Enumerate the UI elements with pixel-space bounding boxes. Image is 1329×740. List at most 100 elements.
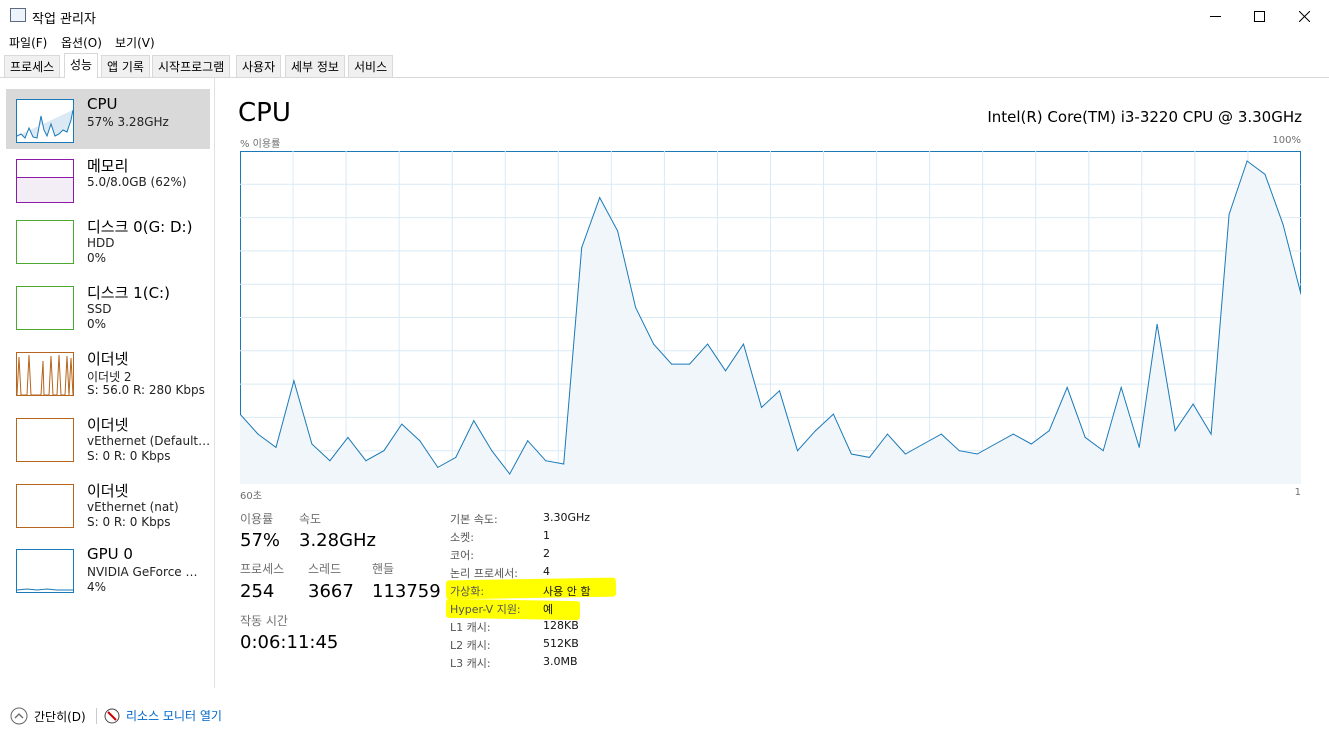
cpu-data-point	[1228, 213, 1230, 215]
cpu-data-point	[1264, 173, 1266, 175]
cpu-thumbnail	[16, 99, 74, 143]
cpu-data-point	[1048, 430, 1050, 432]
task-manager-icon	[10, 8, 26, 22]
sidebar-item-subtitle: vEthernet (nat)	[87, 500, 179, 514]
cpu-data-point	[868, 456, 870, 458]
tab-services[interactable]: 서비스	[348, 55, 394, 77]
x-axis-left-label: 60초	[240, 491, 262, 502]
maximize-icon	[1253, 10, 1265, 22]
info-value: 사용 안 함	[543, 585, 591, 598]
tab-details[interactable]: 세부 정보	[285, 55, 345, 77]
cpu-data-point	[940, 433, 942, 435]
cpu-data-point	[779, 390, 780, 392]
tab-app-history[interactable]: 앱 기록	[101, 55, 150, 77]
memory-thumbnail	[16, 159, 74, 203]
processes-label: 프로세스	[240, 562, 285, 576]
close-button[interactable]	[1281, 0, 1327, 32]
menu-view[interactable]: 보기(V)	[115, 34, 155, 51]
cpu-data-point	[815, 430, 816, 432]
handles-label: 핸들	[372, 562, 395, 576]
sidebar-item-detail: 0%	[87, 251, 107, 265]
cpu-data-point	[1282, 223, 1284, 225]
sidebar-item-ethernet-nat[interactable]: 이더넷 vEthernet (nat) S: 0 R: 0 Kbps	[6, 474, 210, 534]
cpu-data-point	[1246, 160, 1248, 162]
cpu-data-point	[1102, 450, 1104, 452]
sidebar-item-detail: S: 0 R: 0 Kbps	[87, 515, 171, 529]
cpu-data-point	[1120, 386, 1122, 388]
cpu-data-point	[275, 446, 277, 448]
chevron-up-icon	[10, 707, 28, 725]
cpu-data-point	[401, 423, 403, 425]
cpu-data-point	[311, 443, 313, 445]
cpu-data-point	[797, 450, 798, 452]
sidebar-item-ethernet-default[interactable]: 이더넷 vEthernet (Default… S: 0 R: 0 Kbps	[6, 408, 210, 468]
sidebar-item-subtitle: 57% 3.28GHz	[87, 115, 169, 129]
threads-label: 스레드	[308, 562, 342, 576]
menu-options[interactable]: 옵션(O)	[61, 34, 102, 51]
x-axis-right-label: 1	[1294, 487, 1301, 498]
close-icon	[1298, 10, 1310, 22]
y-axis-label: % 이용률	[240, 139, 281, 150]
sidebar-item-detail: S: 56.0 R: 280 Kbps	[87, 383, 205, 397]
sidebar-item-subtitle: 5.0/8.0GB (62%)	[87, 175, 187, 189]
info-value: 예	[543, 603, 554, 616]
resource-monitor-label: 리소스 모니터 열기	[126, 709, 222, 723]
tab-startup[interactable]: 시작프로그램	[152, 55, 231, 77]
cpu-data-point	[329, 460, 331, 462]
cpu-data-point	[707, 343, 709, 345]
sidebar-item-title: GPU 0	[87, 545, 133, 563]
info-label: 가상화:	[450, 585, 485, 598]
info-label: 코어:	[450, 549, 474, 562]
collapse-button[interactable]: 간단히(D)	[10, 707, 86, 725]
sidebar-item-title: 이더넷	[87, 482, 129, 500]
sidebar-item-subtitle: vEthernet (Default…	[87, 434, 211, 448]
sidebar-item-memory[interactable]: 메모리 5.0/8.0GB (62%)	[6, 149, 210, 209]
utilization-value: 57%	[240, 530, 281, 551]
sidebar-item-subtitle: SSD	[87, 302, 112, 316]
cpu-data-point	[509, 473, 511, 475]
cpu-data-point	[1012, 433, 1014, 435]
sidebar-item-detail: S: 0 R: 0 Kbps	[87, 449, 171, 463]
cpu-data-point	[761, 406, 762, 408]
cpu-data-point	[1066, 386, 1068, 388]
sidebar-item-cpu[interactable]: CPU 57% 3.28GHz	[6, 89, 210, 149]
cpu-data-point	[1192, 403, 1194, 405]
tab-performance[interactable]: 성능	[64, 53, 99, 78]
sidebar-item-ethernet-2[interactable]: 이더넷 이더넷 2 S: 56.0 R: 280 Kbps	[6, 342, 210, 402]
cpu-data-point	[545, 460, 547, 462]
cpu-data-point	[527, 440, 529, 442]
cpu-thumbnail-graph	[16, 109, 74, 139]
sidebar-item-disk-0[interactable]: 디스크 0(G: D:) HDD 0%	[6, 210, 210, 270]
threads-value: 3667	[308, 581, 354, 602]
info-label: 소켓:	[450, 531, 474, 544]
sidebar-item-gpu-0[interactable]: GPU 0 NVIDIA GeForce … 4%	[6, 539, 210, 599]
y-axis-max-label: 100%	[1272, 135, 1301, 146]
tab-processes[interactable]: 프로세스	[4, 55, 61, 77]
minimize-icon	[1209, 15, 1221, 17]
footer-bar: 간단히(D) 리소스 모니터 열기	[0, 700, 1329, 740]
cpu-data-point	[1030, 443, 1032, 445]
maximize-button[interactable]	[1236, 0, 1282, 32]
menu-file[interactable]: 파일(F)	[9, 34, 47, 51]
sidebar-item-disk-1[interactable]: 디스크 1(C:) SSD 0%	[6, 276, 210, 336]
page-title: CPU	[238, 98, 291, 128]
gpu-thumbnail	[16, 549, 74, 593]
cpu-data-point	[599, 197, 601, 199]
cpu-data-point	[1174, 430, 1176, 432]
cpu-data-point	[725, 370, 726, 372]
minimize-button[interactable]	[1192, 0, 1238, 32]
cpu-data-point	[347, 436, 349, 438]
sidebar-item-title: 이더넷	[87, 350, 129, 368]
cpu-data-point	[994, 443, 996, 445]
info-label: 논리 프로세서:	[450, 567, 518, 580]
cpu-data-point	[419, 440, 421, 442]
cpu-data-point	[904, 453, 906, 455]
cpu-data-point	[689, 363, 691, 365]
gpu-thumbnail-graph	[16, 588, 73, 591]
resource-monitor-link[interactable]: 리소스 모니터 열기	[104, 707, 222, 724]
uptime-value: 0:06:11:45	[240, 632, 339, 653]
cpu-data-point	[1138, 446, 1140, 448]
ethernet-thumbnail	[16, 484, 74, 528]
tab-users[interactable]: 사용자	[236, 55, 282, 77]
ethernet-thumbnail	[16, 352, 74, 396]
